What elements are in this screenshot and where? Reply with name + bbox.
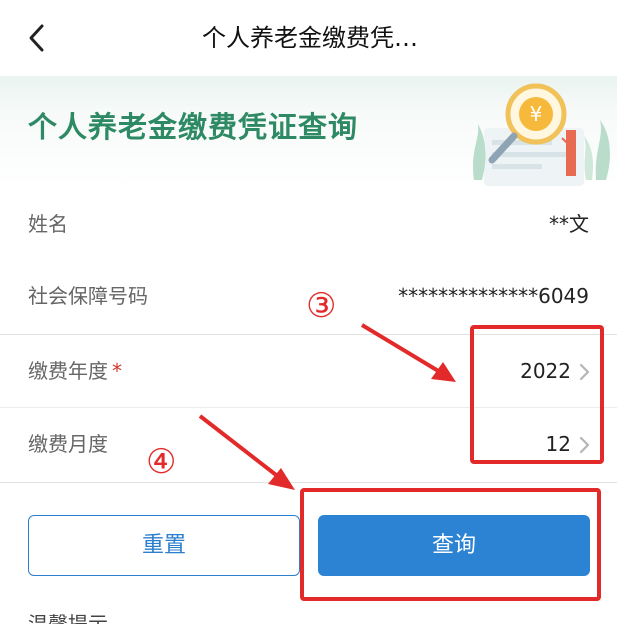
page-title: 个人养老金缴费凭… — [202, 24, 418, 52]
month-value[interactable]: 12 — [546, 430, 571, 458]
annotation-step-3: ③ — [306, 286, 337, 326]
divider — [0, 482, 617, 483]
chevron-left-icon[interactable] — [22, 20, 54, 56]
query-button[interactable]: 查询 — [318, 515, 590, 576]
chevron-right-icon[interactable] — [577, 363, 591, 381]
year-value[interactable]: 2022 — [520, 357, 571, 385]
banner: 个人养老金缴费凭证查询 ¥ — [0, 76, 617, 188]
month-row[interactable]: 缴费月度 12 — [0, 408, 617, 480]
name-row: 姓名 **文 — [0, 188, 617, 260]
ssn-value: **************6049 — [398, 284, 589, 308]
ssn-label: 社会保障号码 — [28, 284, 148, 308]
nav-bar: 个人养老金缴费凭… — [0, 0, 617, 76]
tips-heading: 温馨提示 — [28, 612, 108, 624]
required-mark: * — [112, 359, 122, 383]
year-row[interactable]: 缴费年度 * 2022 — [0, 335, 617, 407]
magnifier-yen-illustration: ¥ — [473, 83, 610, 186]
annotation-step-4: ④ — [146, 442, 177, 482]
banner-title: 个人养老金缴费凭证查询 — [28, 110, 359, 144]
svg-text:¥: ¥ — [530, 102, 543, 126]
reset-button[interactable]: 重置 — [28, 515, 300, 576]
name-value: **文 — [549, 212, 589, 236]
chevron-right-icon[interactable] — [577, 436, 591, 454]
name-label: 姓名 — [28, 212, 68, 236]
month-label: 缴费月度 — [28, 432, 108, 456]
year-label: 缴费年度 * — [28, 359, 122, 383]
